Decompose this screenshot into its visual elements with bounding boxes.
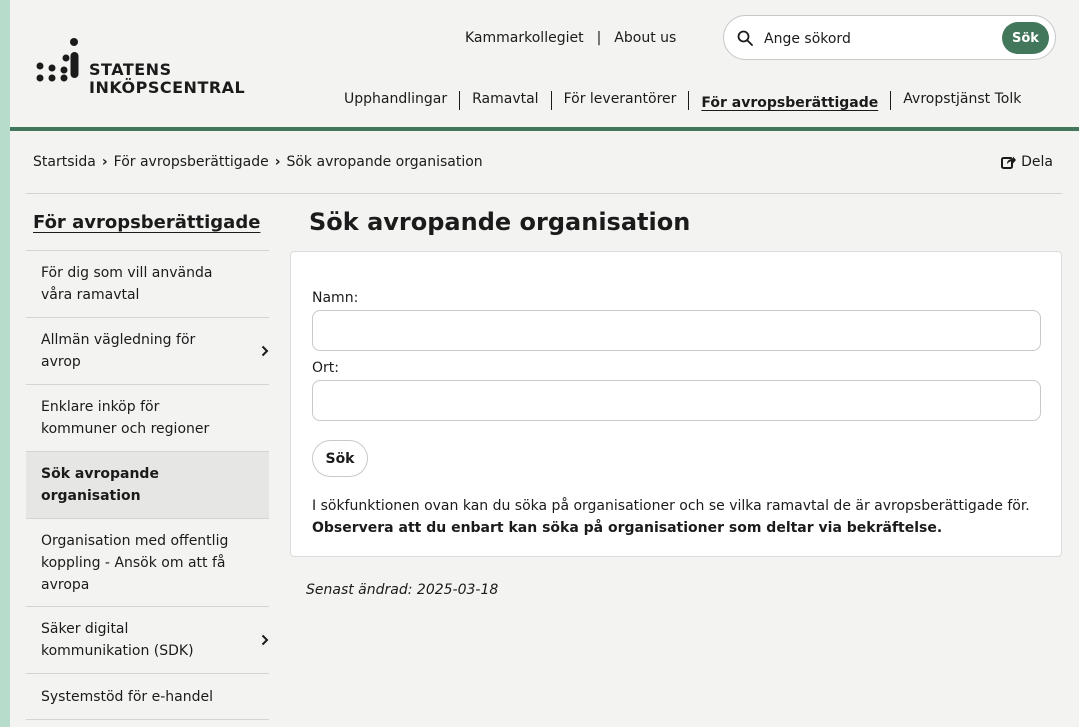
nav-ramavtal[interactable]: Ramavtal [472, 91, 538, 107]
city-field[interactable] [312, 380, 1041, 421]
submit-search-button[interactable]: Sök [312, 440, 368, 477]
logo-line-2: INKÖPSCENTRAL [89, 78, 246, 97]
sidebar-item-enklare-inkop[interactable]: Enklare inköp för kommuner och regioner [26, 385, 269, 452]
main-navigation: Upphandlingar Ramavtal För leverantörer … [344, 91, 1021, 111]
sidebar: För avropsberättigade För dig som vill a… [26, 194, 269, 720]
search-button[interactable]: Sök [1002, 22, 1049, 54]
logo-wordmark: STATENS INKÖPSCENTRAL [89, 61, 245, 97]
nav-separator [550, 91, 552, 110]
top-links-separator: | [596, 30, 602, 46]
breadcrumb: Startsida › För avropsberättigade › Sök avro… [33, 154, 483, 170]
name-label: Namn: [312, 290, 359, 306]
nav-for-leverantorer[interactable]: För leverantörer [564, 91, 677, 107]
sidebar-item-sok-avropande[interactable]: Sök avropande organisation [26, 452, 269, 519]
city-label: Ort: [312, 360, 339, 376]
breadcrumb-separator: › [274, 154, 281, 170]
name-field[interactable] [312, 310, 1041, 351]
site-logo[interactable]: STATENS INKÖPSCENTRAL [32, 38, 245, 102]
nav-separator [459, 91, 461, 110]
nav-avropstjanst-tolk[interactable]: Avropstjänst Tolk [903, 91, 1021, 107]
info-text-normal: I sökfunktionen ovan kan du söka på orga… [312, 498, 1030, 514]
link-about-us[interactable]: About us [614, 30, 676, 46]
link-kammarkollegiet[interactable]: Kammarkollegiet [465, 30, 584, 46]
chevron-right-icon [261, 634, 269, 646]
page: STATENS INKÖPSCENTRAL Kammarkollegiet | … [10, 0, 1079, 727]
sidebar-item-for-dig[interactable]: För dig som vill använda våra ramavtal [26, 251, 269, 318]
sidebar-item-saker-digital[interactable]: Säker digital kommunikation (SDK) [26, 607, 269, 674]
search-input[interactable] [762, 27, 986, 51]
last-updated: Senast ändrad: 2025-03-18 [306, 582, 499, 598]
logo-line-1: STATENS [89, 60, 172, 79]
nav-separator [688, 91, 690, 110]
share-icon [1001, 156, 1017, 169]
sidebar-item-label: Organisation med offentlig koppling - An… [41, 532, 229, 593]
share-button[interactable]: Dela [1001, 154, 1053, 170]
top-links: Kammarkollegiet | About us [465, 30, 676, 46]
sidebar-item-systemstod[interactable]: Systemstöd för e-handel [26, 674, 269, 720]
info-text-bold: Observera att du enbart kan söka på orga… [312, 520, 943, 536]
sidebar-item-label: Enklare inköp för kommuner och regioner [41, 399, 210, 437]
sidebar-item-allman-vagledning[interactable]: Allmän vägledning för avrop [26, 318, 269, 385]
sidebar-item-label: Allmän vägledning för avrop [41, 332, 196, 370]
search-icon [737, 30, 753, 46]
breadcrumb-for-avropsberattigade[interactable]: För avropsberättigade [114, 154, 269, 170]
sidebar-title[interactable]: För avropsberättigade [26, 194, 269, 251]
nav-upphandlingar[interactable]: Upphandlingar [344, 91, 447, 107]
page-title: Sök avropande organisation [309, 208, 691, 236]
nav-separator [890, 91, 892, 110]
sidebar-item-organisation-offentlig[interactable]: Organisation med offentlig koppling - An… [26, 519, 269, 607]
breadcrumb-current: Sök avropande organisation [286, 154, 483, 170]
chevron-right-icon [261, 345, 269, 357]
breadcrumb-separator: › [101, 154, 108, 170]
breadcrumb-startsida[interactable]: Startsida [33, 154, 96, 170]
sidebar-item-label: Sök avropande organisation [41, 466, 159, 504]
nav-for-avropsberattigade[interactable]: För avropsberättigade [701, 95, 878, 111]
search-form-card: Namn: Ort: Sök I sökfunktionen ovan kan … [290, 251, 1062, 557]
sidebar-item-label: För dig som vill använda våra ramavtal [41, 265, 213, 303]
search-box: Sök [723, 15, 1056, 60]
sidebar-item-label: Säker digital kommunikation (SDK) [41, 621, 194, 659]
site-header: STATENS INKÖPSCENTRAL Kammarkollegiet | … [10, 0, 1079, 127]
share-label: Dela [1021, 154, 1053, 170]
logo-dots-icon [36, 38, 79, 82]
header-rule [10, 127, 1079, 131]
sidebar-item-label: Systemstöd för e-handel [41, 688, 213, 705]
info-text: I sökfunktionen ovan kan du söka på orga… [312, 495, 1052, 539]
